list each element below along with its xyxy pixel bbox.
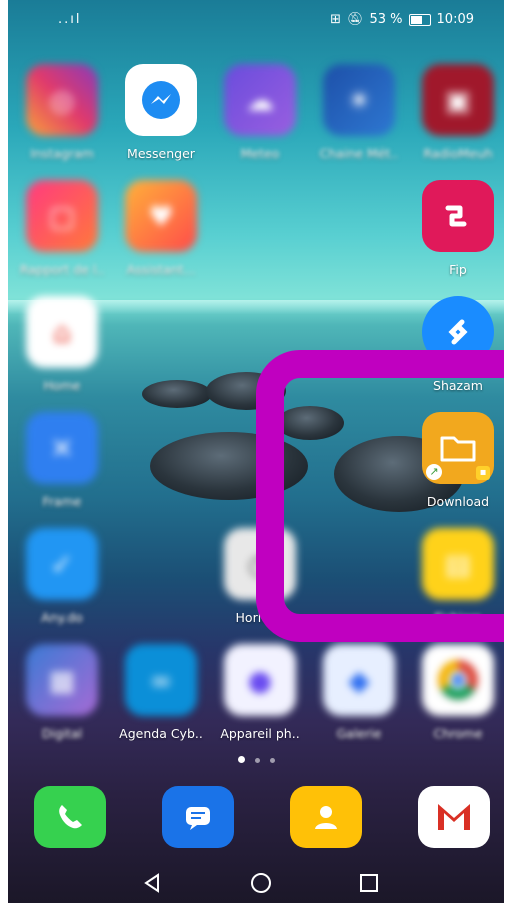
messenger-icon (125, 64, 197, 136)
frame-icon: ✕ (26, 412, 98, 484)
google-home-icon: ⌂ (26, 296, 98, 368)
gmail-icon (418, 786, 490, 848)
check-icon: ✓ (26, 528, 98, 600)
chrome-icon (422, 644, 494, 716)
instagram-icon: ◎ (26, 64, 98, 136)
dock-contacts[interactable] (276, 786, 376, 848)
app-appareil-photo[interactable]: ● Appareil ph.. (210, 644, 310, 741)
phone-icon (34, 786, 106, 848)
battery-icon (408, 13, 431, 26)
app-rapport[interactable]: ▢ Rapport de l.. (12, 180, 112, 277)
weather-icon: ☁ (224, 64, 296, 136)
dock-messages[interactable] (148, 786, 248, 848)
dock-phone[interactable] (20, 786, 120, 848)
page-dot (269, 758, 275, 763)
app-instagram[interactable]: ◎ Instagram (12, 64, 112, 161)
nfc-icon: ⊞ (330, 12, 341, 27)
app-chrome[interactable]: Chrome (408, 644, 504, 741)
report-icon: ▢ (26, 180, 98, 252)
battery-text: 53 % (369, 12, 403, 27)
rock (142, 380, 212, 408)
messages-icon (162, 786, 234, 848)
radio-icon: ▣ (422, 64, 494, 136)
app-home[interactable]: ⌂ Home (12, 296, 112, 393)
app-frame[interactable]: ✕ Frame (12, 412, 112, 509)
sun-cloud-icon: ☀ (323, 64, 395, 136)
signal-icon: ..ıl (58, 12, 82, 27)
mute-icon: 🔕︎ (346, 12, 364, 27)
gallery-icon: ◆ (323, 644, 395, 716)
app-chaine-meteo[interactable]: ☀ Chaine Mét.. (309, 64, 409, 161)
app-messenger[interactable]: Messenger (111, 64, 211, 161)
dock-gmail[interactable] (404, 786, 504, 848)
home-icon[interactable] (246, 868, 276, 898)
digital-icon: ▦ (26, 644, 98, 716)
status-bar: ..ıl ⊞ 🔕︎ 53 % 10:09 (8, 0, 504, 40)
app-galerie[interactable]: ◆ Galerie (309, 644, 409, 741)
page-dot (237, 756, 245, 763)
app-radio[interactable]: ▣ RadioMeuh (408, 64, 504, 161)
page-indicator[interactable] (8, 756, 504, 763)
app-digital[interactable]: ▦ Digital (12, 644, 112, 741)
app-fip[interactable]: Fip (408, 180, 504, 277)
camera-icon: ● (224, 644, 296, 716)
phone-screen: ..ıl ⊞ 🔕︎ 53 % 10:09 ◎ Instagram Messeng… (8, 0, 504, 903)
app-assistant[interactable]: ♥ Assistant... (111, 180, 211, 277)
recents-icon[interactable] (354, 868, 384, 898)
page-dot (254, 758, 260, 763)
heart-icon: ♥ (125, 180, 197, 252)
contacts-icon (290, 786, 362, 848)
nextcloud-icon: ∞ (125, 644, 197, 716)
app-meteo[interactable]: ☁ Meteo (210, 64, 310, 161)
fip-icon (422, 180, 494, 252)
navigation-bar (8, 858, 504, 903)
highlight-box (256, 350, 504, 642)
app-anydo[interactable]: ✓ Any.do (12, 528, 112, 625)
app-agenda[interactable]: ∞ Agenda Cyb.. (111, 644, 211, 741)
clock: 10:09 (436, 12, 474, 27)
back-icon[interactable] (138, 868, 168, 898)
